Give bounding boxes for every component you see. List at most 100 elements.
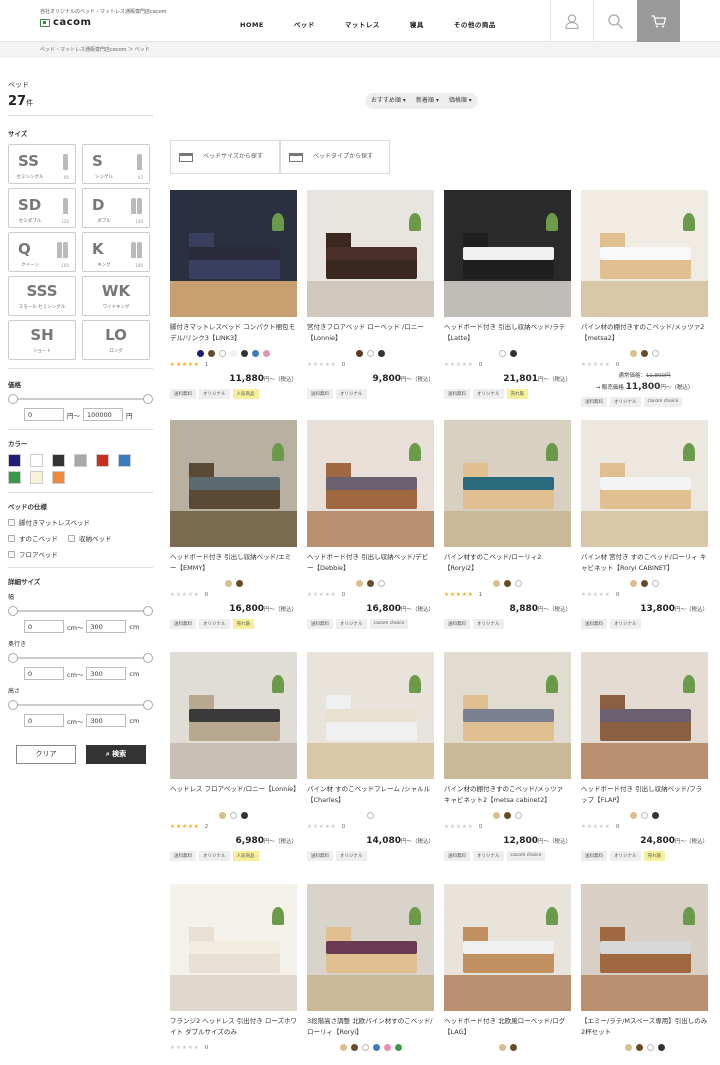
logo[interactable]: cacom [40, 17, 91, 28]
price-slider[interactable] [8, 393, 153, 405]
sort-recommended[interactable]: おすすめ順 ▾ [371, 93, 406, 109]
product-title[interactable]: パイン材 すのこベッドフレーム /シャルル【Charles】 [307, 784, 434, 808]
sort-newest[interactable]: 新着順 ▾ [416, 93, 439, 109]
color-swatch[interactable] [74, 454, 87, 467]
size-option-k[interactable]: K キング 180 [82, 232, 150, 272]
nav-home[interactable]: HOME [240, 0, 264, 42]
dim-slider[interactable] [8, 699, 153, 711]
product-image[interactable] [444, 884, 571, 1011]
product-card[interactable]: 脚付きマットレスベッド コンパクト梱包モデル/リンク3【LINK3】 ★ ★ ★ ★ ★ 1… [170, 190, 297, 420]
color-swatch[interactable] [8, 454, 21, 467]
product-card[interactable]: 宮付きフロアベッド ローベッド /ロニー【Lonnie】 ★ ★ ★ ★ ★ 0 9,800円… [307, 190, 434, 420]
nav-bed[interactable]: ベッド [294, 0, 315, 42]
color-swatch[interactable] [8, 471, 21, 484]
size-option-sh[interactable]: SH ショート [8, 320, 76, 360]
product-title[interactable]: パイン材すのこベッド/ローリィ2【Roryi2】 [444, 552, 571, 576]
product-title[interactable]: ヘッドボード付き 北欧風ローベッド/ログ【LAG】 [444, 1016, 571, 1040]
product-card[interactable]: ヘッドボード付き 引出し収納ベッド/ラテ【Latte】 ★ ★ ★ ★ ★ 0 21,801円… [444, 190, 571, 420]
product-title[interactable]: 3段階高さ調整 北欧パイン材すのこベッド/ローリィ【Roryi】 [307, 1016, 434, 1040]
color-swatch[interactable] [52, 454, 65, 467]
product-title[interactable]: ヘッドボード付き 引出し収納ベッド/エミー【EMMY】 [170, 552, 297, 576]
size-option-ss[interactable]: SS セミシングル 90 [8, 144, 76, 184]
product-title[interactable]: 【エミー/ラテ/Mスペース専用】引出しのみ 2杯セット [581, 1016, 708, 1040]
product-card[interactable]: フランジ2 ヘッドレス 引出付き ローズホワイト ダブルサイズのみ ★ ★ ★ ★ ★ 0 [170, 884, 297, 1060]
product-title[interactable]: ヘッドボード付き 引出し収納ベッド/ラテ【Latte】 [444, 322, 571, 346]
product-image[interactable] [581, 190, 708, 317]
dim-max-input[interactable] [86, 620, 127, 633]
color-swatch[interactable] [30, 454, 43, 467]
product-title[interactable]: ヘッドボード付き 引出し収納ベッド/フラップ【FLAP】 [581, 784, 708, 808]
dim-min-input[interactable] [24, 714, 64, 727]
product-title[interactable]: 脚付きマットレスベッド コンパクト梱包モデル/リンク3【LINK3】 [170, 322, 297, 346]
search-button[interactable] [593, 0, 636, 42]
product-card[interactable]: ヘッドボード付き 引出し収納ベッド/エミー【EMMY】 ★ ★ ★ ★ ★ 0 16,800円… [170, 420, 297, 652]
size-option-sd[interactable]: SD セミダブル 120 [8, 188, 76, 228]
size-option-d[interactable]: D ダブル 140 [82, 188, 150, 228]
product-card[interactable]: 3段階高さ調整 北欧パイン材すのこベッド/ローリィ【Roryi】 [307, 884, 434, 1060]
spec-checkbox-storage[interactable]: 収納ベッド [68, 533, 112, 543]
color-swatch[interactable] [118, 454, 131, 467]
dim-min-input[interactable] [24, 620, 64, 633]
product-card[interactable]: ヘッドボード付き 引出し収納ベッド/デビー【Debbie】 ★ ★ ★ ★ ★ 0 16,80… [307, 420, 434, 652]
product-image[interactable] [444, 190, 571, 317]
spec-checkbox-floor[interactable]: フロアベッド [8, 549, 153, 559]
price-max-input[interactable] [83, 408, 123, 421]
product-image[interactable] [170, 884, 297, 1011]
breadcrumb[interactable]: ベッド・マットレス通販専門店cacom ＞ ベッド [0, 42, 720, 58]
product-image[interactable] [581, 652, 708, 779]
price-min-handle[interactable] [8, 394, 18, 404]
browse-by-type[interactable]: ベッドタイプから探す [280, 140, 390, 174]
browse-by-size[interactable]: ベッドサイズから探す [170, 140, 280, 174]
color-swatch[interactable] [52, 471, 65, 484]
product-title[interactable]: パイン材 宮付き すのこベッド/ローリィ キャビネット【Roryi CABINE… [581, 552, 708, 576]
product-title[interactable]: パイン材の棚付きすのこベッド/メッツァ キャビネット2【metsa cabine… [444, 784, 571, 808]
size-option-q[interactable]: Q クイーン 160 [8, 232, 76, 272]
product-image[interactable] [170, 190, 297, 317]
color-swatch[interactable] [30, 471, 43, 484]
size-option-lo[interactable]: LO ロング [82, 320, 150, 360]
dim-slider[interactable] [8, 605, 153, 617]
product-image[interactable] [444, 420, 571, 547]
size-option-sss[interactable]: SSS スモール セミシングル [8, 276, 76, 316]
product-title[interactable]: パイン材の棚付きすのこベッド/メッツァ2【metsa2】 [581, 322, 708, 346]
product-title[interactable]: 宮付きフロアベッド ローベッド /ロニー【Lonnie】 [307, 322, 434, 346]
product-image[interactable] [444, 652, 571, 779]
price-max-handle[interactable] [143, 394, 153, 404]
product-image[interactable] [307, 884, 434, 1011]
dim-max-input[interactable] [86, 714, 127, 727]
nav-others[interactable]: その他の商品 [454, 0, 496, 42]
sort-price[interactable]: 価格順 ▾ [449, 93, 472, 109]
size-option-wk[interactable]: WK ワイドキング [82, 276, 150, 316]
product-image[interactable] [170, 652, 297, 779]
product-title[interactable]: ヘッドボード付き 引出し収納ベッド/デビー【Debbie】 [307, 552, 434, 576]
product-image[interactable] [581, 884, 708, 1011]
product-title[interactable]: ヘッドレス フロアベッド/ロニー【Lonnie】 [170, 784, 297, 808]
product-card[interactable]: パイン材 宮付き すのこベッド/ローリィ キャビネット【Roryi CABINE… [581, 420, 708, 652]
price-min-input[interactable] [24, 408, 64, 421]
product-title[interactable]: フランジ2 ヘッドレス 引出付き ローズホワイト ダブルサイズのみ [170, 1016, 297, 1040]
dim-min-input[interactable] [24, 667, 64, 680]
cart-button[interactable] [637, 0, 680, 42]
color-swatch[interactable] [96, 454, 109, 467]
product-card[interactable]: パイン材の棚付きすのこベッド/メッツァ2【metsa2】 ★ ★ ★ ★ ★ 0 通常価格：1… [581, 190, 708, 420]
product-image[interactable] [307, 652, 434, 779]
product-card[interactable]: ヘッドボード付き 引出し収納ベッド/フラップ【FLAP】 ★ ★ ★ ★ ★ 0 24,800… [581, 652, 708, 884]
product-card[interactable]: 【エミー/ラテ/Mスペース専用】引出しのみ 2杯セット [581, 884, 708, 1060]
dim-max-input[interactable] [86, 667, 127, 680]
product-image[interactable] [307, 420, 434, 547]
nav-bedding[interactable]: 寝具 [410, 0, 424, 42]
product-image[interactable] [581, 420, 708, 547]
dim-slider[interactable] [8, 652, 153, 664]
account-button[interactable] [550, 0, 593, 42]
nav-mattress[interactable]: マットレス [345, 0, 380, 42]
clear-button[interactable]: クリア [16, 745, 76, 764]
product-card[interactable]: パイン材 すのこベッドフレーム /シャルル【Charles】 ★ ★ ★ ★ ★ 0 14,0… [307, 652, 434, 884]
size-option-s[interactable]: S シングル 97 [82, 144, 150, 184]
filter-search-button[interactable]: ⌕ 検索 [86, 745, 146, 764]
spec-checkbox-leg[interactable]: 脚付きマットレスベッド [8, 517, 153, 527]
product-card[interactable]: パイン材すのこベッド/ローリィ2【Roryi2】 ★ ★ ★ ★ ★ 1 8,880円〜（税込… [444, 420, 571, 652]
product-image[interactable] [170, 420, 297, 547]
product-card[interactable]: パイン材の棚付きすのこベッド/メッツァ キャビネット2【metsa cabine… [444, 652, 571, 884]
product-card[interactable]: ヘッドボード付き 北欧風ローベッド/ログ【LAG】 [444, 884, 571, 1060]
product-image[interactable] [307, 190, 434, 317]
